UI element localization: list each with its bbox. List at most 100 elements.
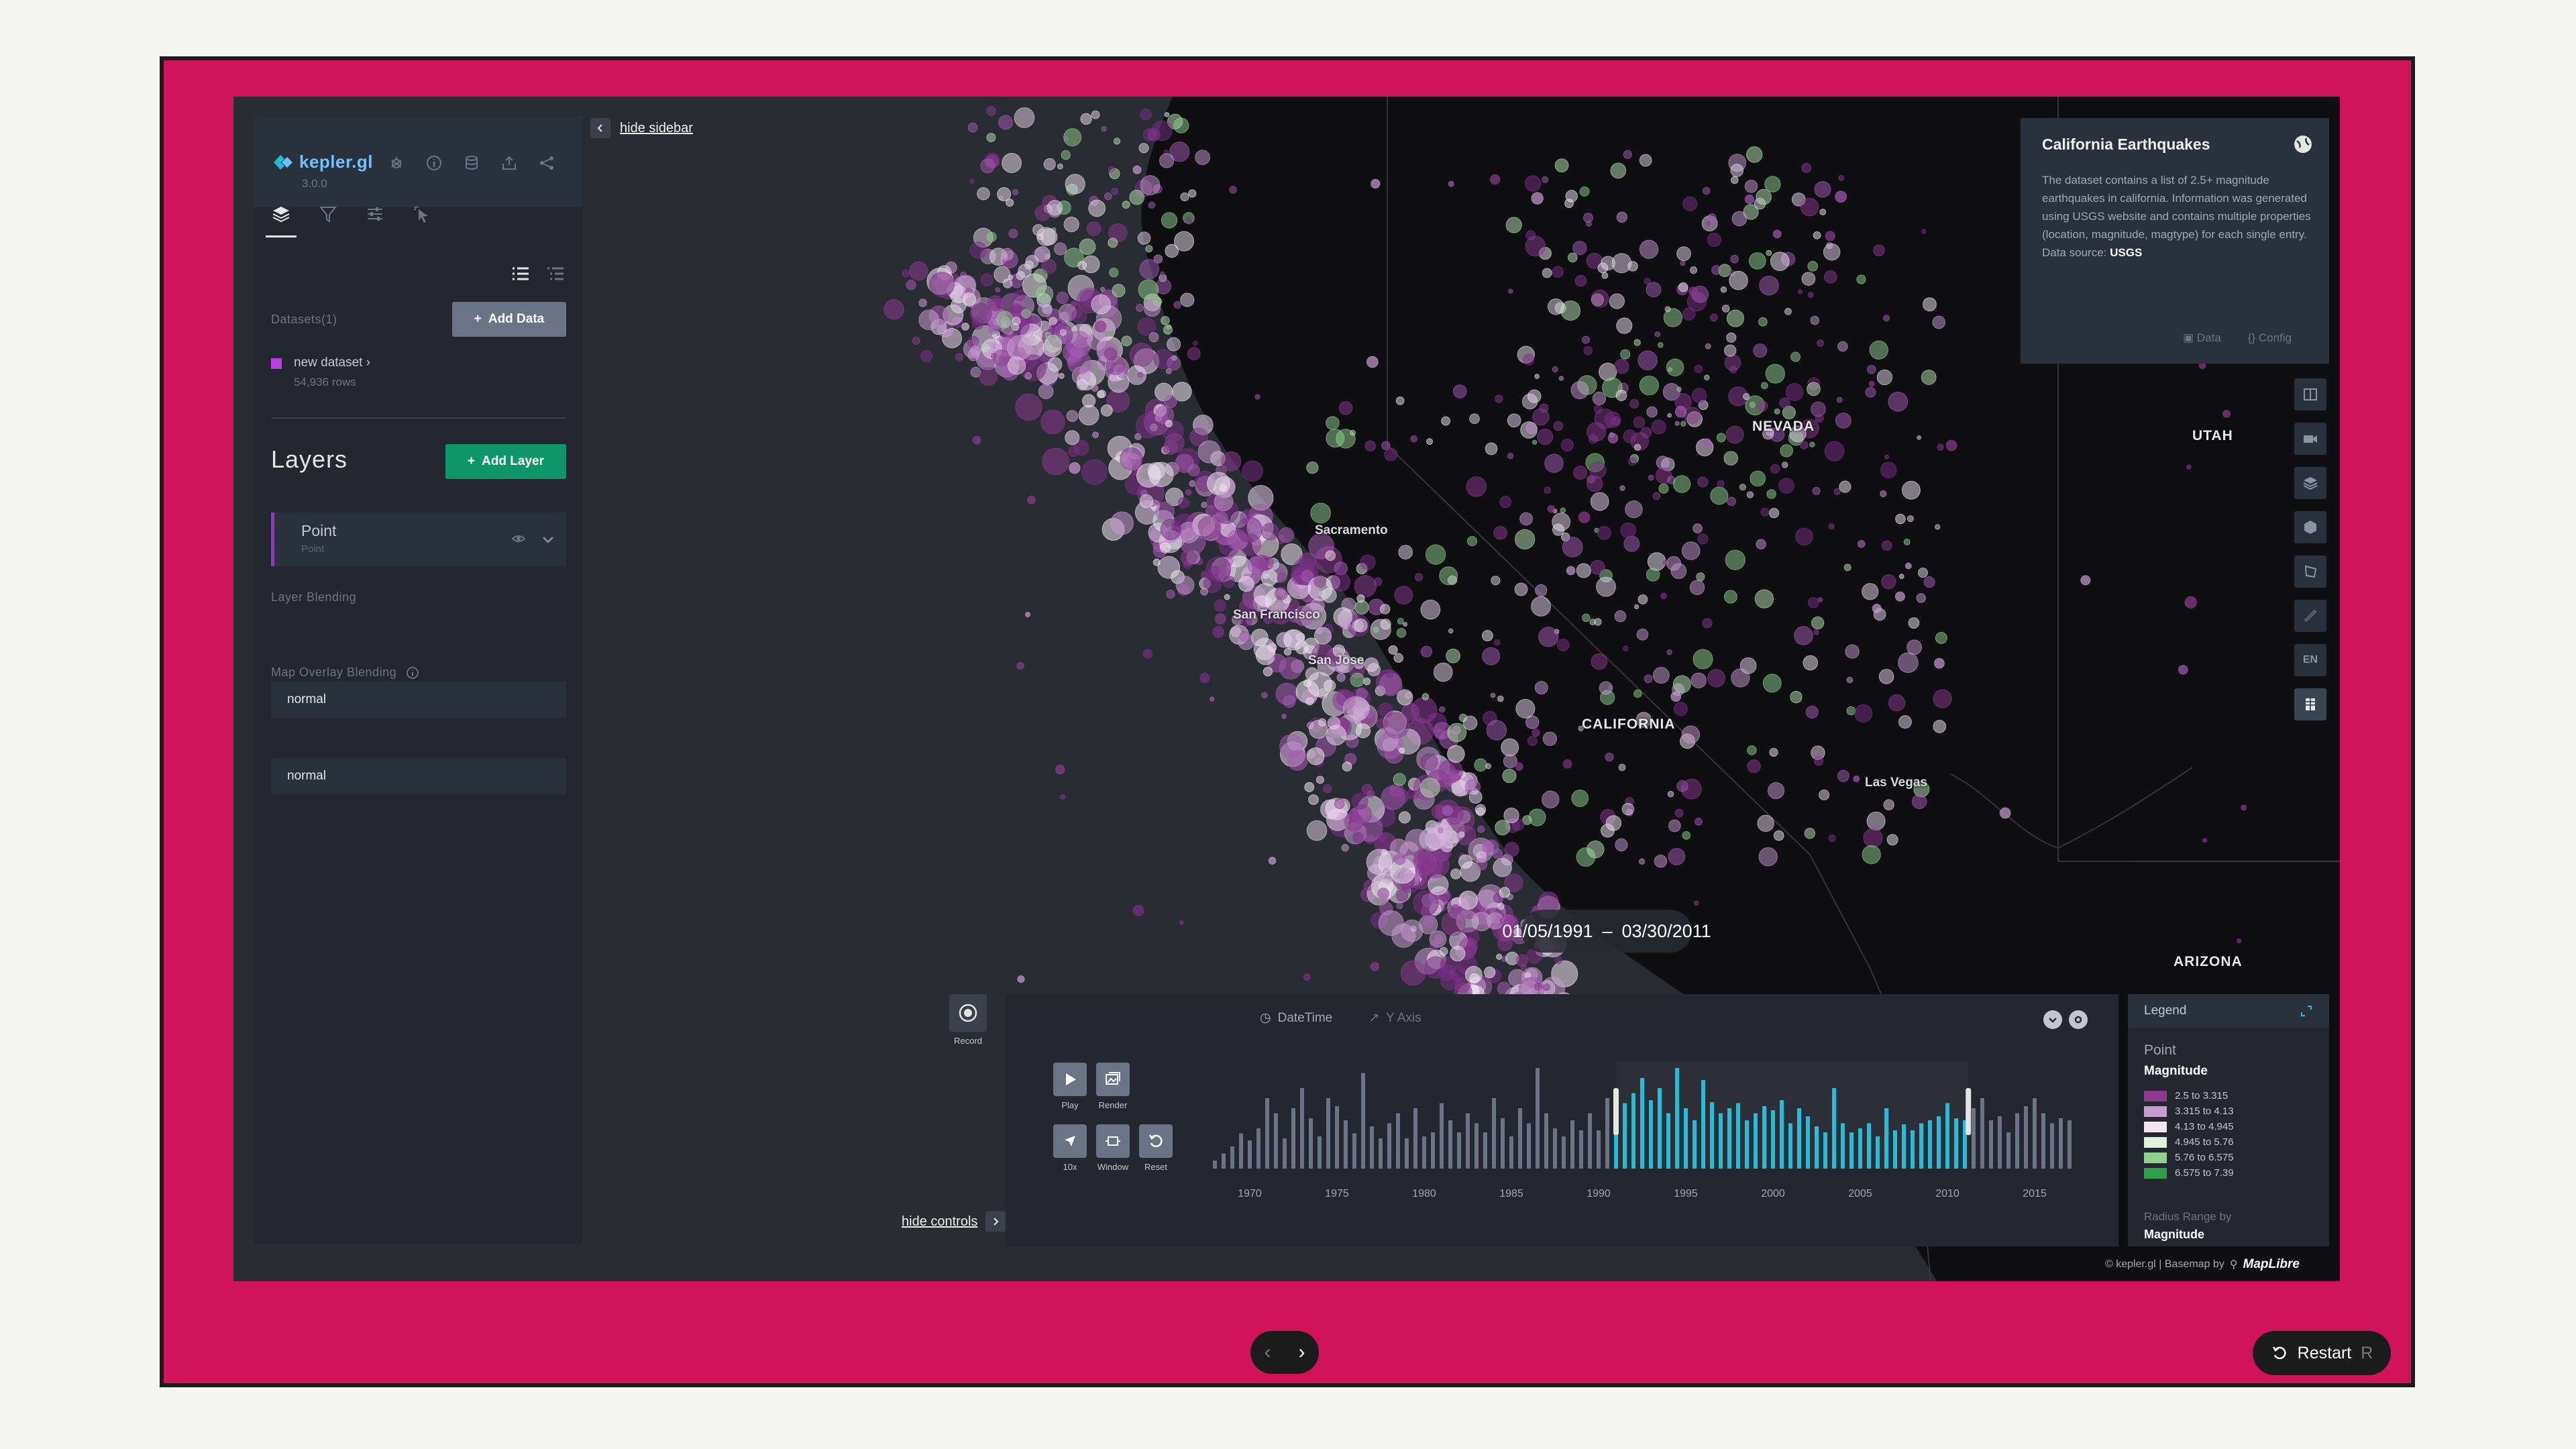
- tab-filters[interactable]: [318, 204, 338, 233]
- earthquake-point: [1731, 211, 1748, 227]
- attribution-text[interactable]: © kepler.gl | Basemap by: [2105, 1258, 2224, 1271]
- earthquake-point: [1360, 554, 1376, 570]
- reset-button[interactable]: Reset: [1139, 1124, 1173, 1172]
- earthquake-point: [1770, 252, 1790, 271]
- collapse-arrows-icon[interactable]: [2300, 1004, 2313, 1018]
- time-histogram[interactable]: 1970 1975 1980 1985 1990 1995 2000 2005 2010 2015: [1206, 1061, 2078, 1209]
- histogram-bar: [1501, 1118, 1505, 1169]
- range-handle[interactable]: [1966, 1088, 1972, 1135]
- database-icon[interactable]: [463, 154, 480, 172]
- tab-interactions[interactable]: [365, 204, 385, 233]
- earthquake-point: [1674, 808, 1684, 818]
- earthquake-point: [1542, 790, 1560, 809]
- earthquake-point: [1152, 297, 1163, 307]
- earthquake-point: [1094, 320, 1107, 333]
- ruler-button[interactable]: [2294, 600, 2326, 632]
- draw-polygon-button[interactable]: [2294, 555, 2326, 588]
- tab-datetime[interactable]: ◷ DateTime: [1260, 1010, 1332, 1026]
- earthquake-point: [1159, 542, 1171, 553]
- play-button[interactable]: Play: [1053, 1063, 1087, 1110]
- tab-layers[interactable]: [266, 204, 297, 237]
- render-button[interactable]: Render: [1096, 1063, 1130, 1110]
- export-icon[interactable]: [500, 154, 518, 172]
- earthquake-point: [1148, 201, 1156, 209]
- record-control[interactable]: Record: [947, 994, 989, 1046]
- config-link[interactable]: {} Config: [2248, 331, 2292, 345]
- add-data-button[interactable]: + Add Data: [452, 302, 566, 337]
- region-label-california: CALIFORNIA: [1582, 716, 1676, 732]
- settings-button[interactable]: [2069, 1010, 2088, 1029]
- earthquake-point: [967, 349, 980, 362]
- earthquake-point: [1785, 383, 1804, 401]
- layer-toggle-button[interactable]: [2294, 467, 2326, 499]
- tab-y-axis[interactable]: ↗ Y Axis: [1368, 1010, 1421, 1026]
- earthquake-point: [1426, 821, 1454, 849]
- record-button[interactable]: [949, 994, 987, 1032]
- globe-icon[interactable]: [2293, 134, 2313, 154]
- earthquake-point: [1179, 920, 1184, 926]
- earthquake-point: [1794, 626, 1813, 645]
- earthquake-point: [1477, 825, 1485, 833]
- earthquake-point: [1091, 294, 1112, 315]
- tab-base-map[interactable]: [412, 204, 432, 233]
- info-icon[interactable]: [425, 154, 443, 172]
- chevron-down-icon[interactable]: [541, 533, 555, 547]
- layer-blending-label: Layer Blending: [271, 590, 357, 604]
- speed-button[interactable]: 10x: [1053, 1124, 1087, 1172]
- range-handle[interactable]: [1613, 1088, 1619, 1135]
- histogram-bar: [1579, 1130, 1583, 1169]
- earthquake-point: [1805, 705, 1819, 719]
- earthquake-point: [1731, 668, 1750, 688]
- info-icon[interactable]: [406, 666, 419, 680]
- histogram-selection[interactable]: [1616, 1061, 1969, 1169]
- collapse-button[interactable]: [2043, 1010, 2062, 1029]
- list-view-icon[interactable]: [511, 266, 530, 282]
- data-table-button[interactable]: [2294, 688, 2326, 720]
- earthquake-point: [1560, 507, 1566, 514]
- earthquake-point: [1690, 672, 1707, 689]
- earthquake-point: [1014, 107, 1035, 128]
- plus-icon: +: [467, 454, 476, 468]
- earthquake-point: [912, 336, 921, 345]
- earthquake-point: [1326, 416, 1340, 430]
- earthquake-point: [1393, 773, 1406, 786]
- earthquake-point: [1017, 975, 1025, 983]
- split-map-button[interactable]: [2294, 378, 2326, 411]
- bug-report-icon[interactable]: [388, 154, 405, 172]
- window-button[interactable]: Window: [1096, 1124, 1130, 1172]
- map-control-toolbar: EN: [2294, 378, 2328, 733]
- hide-sidebar-toggle[interactable]: hide sidebar: [590, 118, 693, 138]
- attribution-brand[interactable]: MapLibre: [2243, 1257, 2300, 1272]
- earthquake-point: [1197, 440, 1221, 464]
- earthquake-point: [1255, 645, 1276, 665]
- add-layer-button[interactable]: + Add Layer: [445, 444, 566, 479]
- earthquake-point: [1493, 525, 1507, 540]
- overlay-blending-select[interactable]: normal: [271, 758, 566, 794]
- earthquake-point: [1041, 258, 1057, 274]
- layer-blending-select[interactable]: normal: [271, 682, 566, 718]
- locale-button[interactable]: EN: [2294, 644, 2326, 676]
- earthquake-point: [1304, 782, 1315, 792]
- time-range-separator: –: [1602, 920, 1613, 941]
- previous-slide-icon[interactable]: ‹: [1265, 1341, 1271, 1364]
- tree-view-icon[interactable]: [546, 266, 565, 282]
- hide-controls-toggle[interactable]: hide controls: [902, 1212, 1006, 1232]
- video-export-button[interactable]: [2294, 423, 2326, 455]
- histogram-bar: [1536, 1068, 1540, 1169]
- share-icon[interactable]: [538, 154, 555, 172]
- legend-color-field: Magnitude: [2144, 1064, 2208, 1078]
- data-source-link[interactable]: USGS: [2110, 246, 2142, 259]
- data-link[interactable]: ▣ Data: [2183, 331, 2221, 345]
- restart-button[interactable]: Restart R: [2253, 1331, 2391, 1375]
- earthquake-point: [1043, 158, 1056, 170]
- next-slide-icon[interactable]: ›: [1299, 1341, 1305, 1364]
- earthquake-point: [1379, 604, 1391, 614]
- 3d-map-button[interactable]: [2294, 511, 2326, 543]
- legend-header[interactable]: Legend: [2128, 994, 2329, 1028]
- visibility-eye-icon[interactable]: [511, 531, 526, 546]
- polygon-icon: [2304, 565, 2317, 578]
- layer-panel-point[interactable]: Point Point: [271, 513, 566, 566]
- city-label-las-vegas: Las Vegas: [1865, 775, 1927, 790]
- earthquake-point: [988, 325, 998, 335]
- legend-item-label: 3.315 to 4.13: [2175, 1106, 2234, 1117]
